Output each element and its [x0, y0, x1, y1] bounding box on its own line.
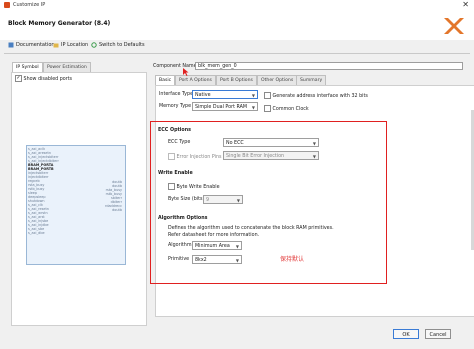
pin-label: s_axi_dbe [28, 231, 45, 235]
app-icon [4, 2, 10, 8]
show-disabled-ports[interactable]: Show disabled ports [15, 75, 72, 82]
ok-button[interactable]: OK [393, 329, 419, 339]
toolbar-divider [4, 53, 470, 54]
common-clock-label: Common Clock [272, 107, 309, 112]
ip-location-label: IP Location [61, 42, 89, 48]
gen-addr-option[interactable]: Generate address interface with 32 bits [264, 92, 368, 99]
switch-defaults-button[interactable]: Switch to Defaults [91, 42, 145, 48]
tab-power-estimation[interactable]: Power Estimation [43, 62, 91, 72]
tab-ip-symbol[interactable]: IP Symbol [12, 62, 43, 72]
page-title: Block Memory Generator (8.4) [8, 20, 111, 27]
tab-other-options[interactable]: Other Options [257, 75, 298, 85]
highlight-box [150, 121, 387, 284]
documentation-label: Documentation [16, 42, 55, 48]
switch-defaults-label: Switch to Defaults [99, 42, 145, 48]
show-disabled-checkbox[interactable] [15, 75, 22, 82]
pin-label: doutb [112, 208, 122, 212]
dialog-header: Block Memory Generator (8.4) [0, 11, 474, 40]
component-name-label: Component Name [153, 64, 197, 69]
documentation-button[interactable]: Documentation [8, 42, 55, 48]
tab-basic[interactable]: Basic [155, 75, 176, 85]
refresh-icon [91, 42, 97, 48]
ip-location-button[interactable]: IP Location [53, 42, 88, 48]
xilinx-logo-icon [444, 18, 464, 34]
memory-type-label: Memory Type [159, 104, 192, 109]
interface-type-label: Interface Type [159, 92, 194, 97]
memory-type-select[interactable]: Simple Dual Port RAM ▼ [192, 102, 258, 111]
interface-type-select[interactable]: Native ▼ [192, 90, 258, 99]
component-name-input[interactable]: blk_mem_gen_0 [195, 62, 463, 70]
close-icon[interactable]: ✕ [462, 0, 469, 9]
memory-type-value: Simple Dual Port RAM [195, 105, 248, 110]
chevron-down-icon: ▼ [251, 105, 255, 110]
annotation-text: 保持默认 [280, 256, 305, 263]
gen-addr-checkbox[interactable] [264, 92, 271, 99]
gen-addr-label: Generate address interface with 32 bits [272, 94, 368, 99]
cursor-pointer-icon [183, 68, 189, 76]
tab-port-b-options[interactable]: Port B Options [216, 75, 257, 85]
common-clock-checkbox[interactable] [264, 105, 271, 112]
cancel-button[interactable]: Cancel [425, 329, 451, 339]
chevron-down-icon: ▼ [251, 93, 255, 98]
interface-type-value: Native [195, 93, 211, 98]
tab-port-a-options[interactable]: Port A Options [175, 75, 216, 85]
folder-icon [53, 43, 59, 48]
right-pin-list: doutb doutb rsta_busy rstb_busy sbiterr … [88, 180, 122, 212]
window-title: Customize IP [13, 2, 46, 8]
common-clock-option[interactable]: Common Clock [264, 105, 309, 112]
book-icon [8, 42, 14, 48]
tab-summary[interactable]: Summary [296, 75, 327, 85]
show-disabled-label: Show disabled ports [23, 77, 73, 82]
